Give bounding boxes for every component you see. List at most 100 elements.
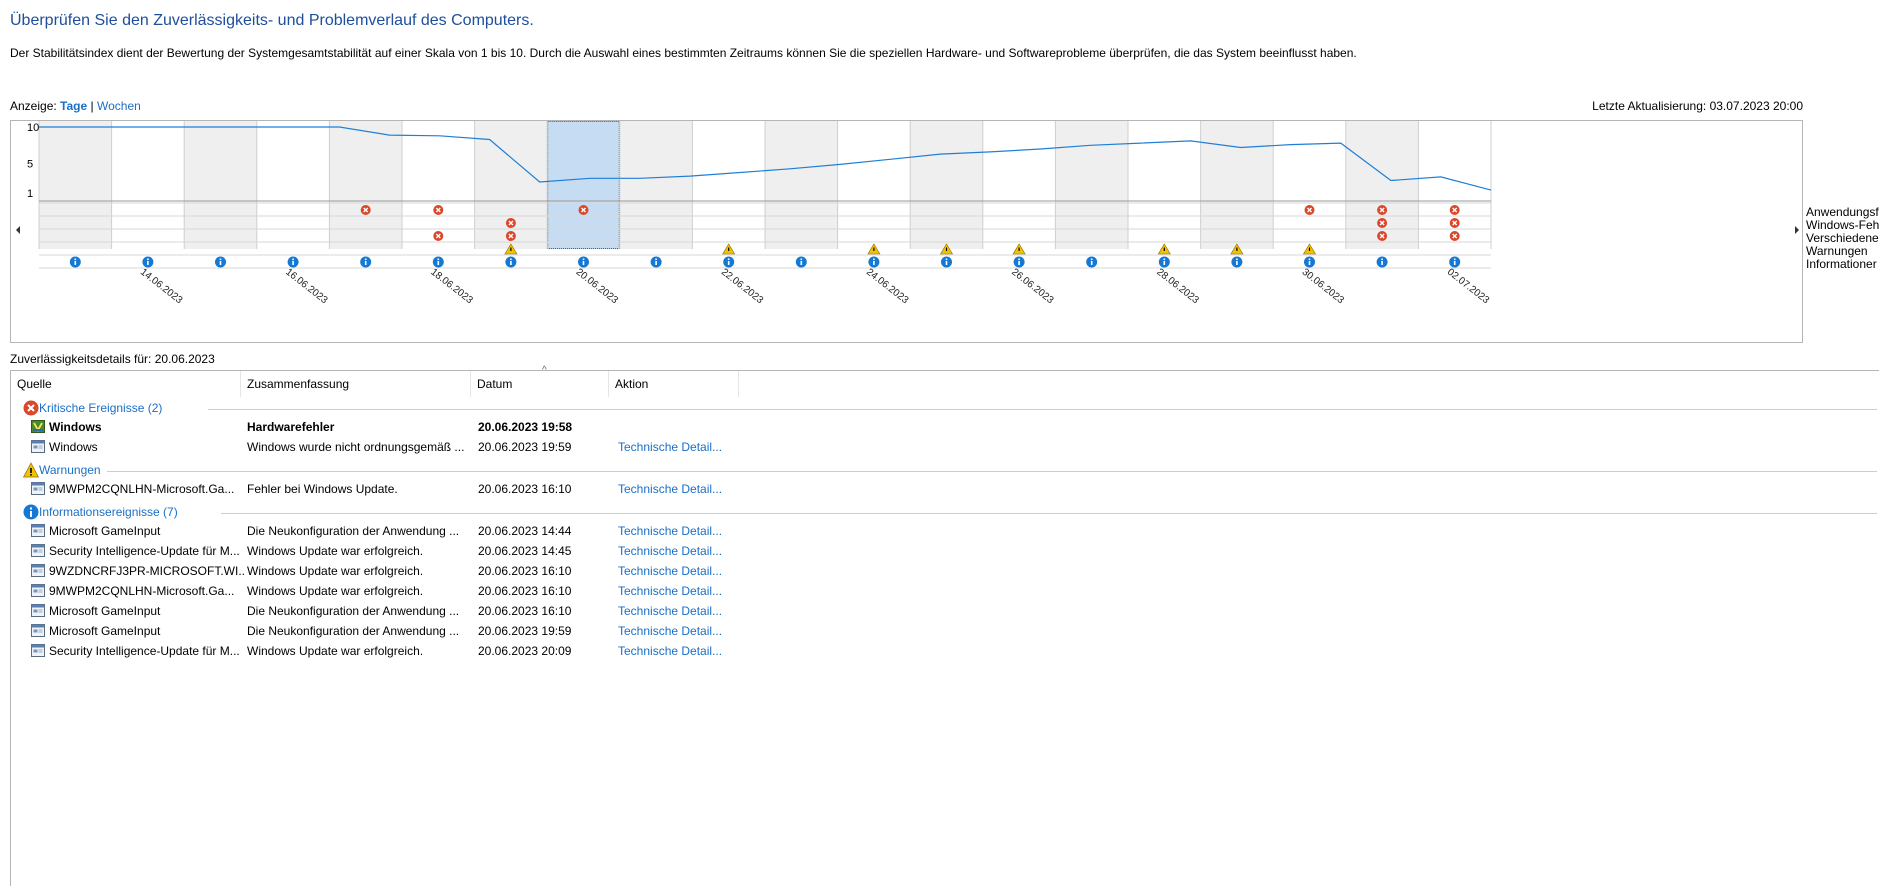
view-weeks-link[interactable]: Wochen: [97, 99, 141, 113]
info-icon: [23, 504, 39, 520]
table-row[interactable]: 9WZDNCRFJ3PR-MICROSOFT.WI... Windows Upda…: [11, 561, 1871, 581]
action-link[interactable]: Technische Detail...: [618, 524, 728, 538]
details-title: Zuverlässigkeitsdetails für: 20.06.2023: [10, 352, 215, 366]
scroll-left-arrow-icon[interactable]: [16, 226, 20, 234]
table-row[interactable]: 9MWPM2CQNLHN-Microsoft.Ga... Fehler bei W…: [11, 479, 1871, 499]
action-link[interactable]: Technische Detail...: [618, 482, 728, 496]
source-cell: Security Intelligence-Update für M...: [49, 644, 240, 658]
date-cell: 20.06.2023 19:59: [478, 624, 572, 638]
action-link[interactable]: Technische Detail...: [618, 604, 728, 618]
chart-info-icon-mark: [74, 261, 77, 265]
chart-info-icon-dot: [74, 258, 77, 261]
action-link[interactable]: Technische Detail...: [618, 644, 728, 658]
chart-info-icon-dot: [873, 258, 875, 261]
chart-day-column[interactable]: [1055, 121, 1128, 249]
chart-day-column[interactable]: [402, 121, 475, 249]
table-row[interactable]: Security Intelligence-Update für M... Win…: [11, 641, 1871, 661]
chart-info-icon-mark: [1236, 261, 1238, 265]
event-group-header[interactable]: Kritische Ereignisse (2): [17, 399, 1877, 419]
warning-icon: [22, 462, 40, 478]
chart-day-column[interactable]: [982, 121, 1056, 249]
chart-day-column[interactable]: [837, 121, 911, 249]
chart-day-column[interactable]: [1345, 121, 1419, 249]
table-row[interactable]: 9MWPM2CQNLHN-Microsoft.Ga... Windows Upda…: [11, 581, 1871, 601]
column-header[interactable]: Datum: [471, 371, 609, 397]
source-cell: 9MWPM2CQNLHN-Microsoft.Ga...: [49, 584, 235, 598]
action-link[interactable]: Technische Detail...: [618, 584, 728, 598]
column-header[interactable]: Zusammenfassung: [241, 371, 471, 397]
chart-day-column[interactable]: [1200, 121, 1274, 249]
chart-info-icon-mark: [147, 261, 149, 265]
chart-y-tick-label: 1: [27, 188, 33, 200]
column-header[interactable]: Quelle: [11, 371, 241, 397]
reliability-chart-svg[interactable]: 10 5 1 14.06.2023 16.06.2023 18.06.2023 20.06.…: [11, 121, 1804, 344]
date-cell: 20.06.2023 16:10: [478, 564, 572, 578]
date-cell: 20.06.2023 16:10: [478, 604, 572, 618]
chart-x-tick-label: 26.06.2023: [1009, 267, 1056, 307]
chart-info-icon-dot: [1453, 258, 1456, 261]
view-label: Anzeige:: [10, 99, 57, 113]
summary-cell: Hardwarefehler: [247, 420, 335, 434]
chart-info-icon-dot: [364, 258, 367, 261]
details-table: Quelle Zusammenfassung Datum Aktion ^ Kriti…: [10, 365, 1879, 886]
summary-cell: Windows Update war erfolgreich.: [247, 564, 424, 578]
chart-info-icon-mark: [655, 261, 657, 265]
chart-info-icon-mark: [1018, 261, 1020, 265]
date-cell: 20.06.2023 20:09: [478, 644, 572, 658]
chart-info-icon-mark: [364, 261, 367, 265]
source-cell: Security Intelligence-Update für M...: [49, 544, 240, 558]
table-row[interactable]: Microsoft GameInput Die Neukonfiguration …: [11, 621, 1871, 641]
page-title: Überprüfen Sie den Zuverlässigkeits- und…: [10, 12, 534, 29]
table-row[interactable]: Security Intelligence-Update für M... Win…: [11, 541, 1871, 561]
chart-x-tick-label: 24.06.2023: [864, 267, 911, 307]
table-row[interactable]: Windows Windows wurde nicht ordnungsgemäß…: [11, 437, 1871, 457]
summary-cell: Windows Update war erfolgreich.: [247, 584, 424, 598]
event-group-header[interactable]: Informationsereignisse (7): [17, 503, 1877, 523]
date-cell: 20.06.2023 14:44: [478, 524, 572, 538]
chart-info-icon-dot: [292, 258, 294, 261]
chart-day-column[interactable]: [765, 121, 838, 249]
chart-info-icon-mark: [1453, 261, 1456, 265]
chart-day-column[interactable]: [474, 121, 548, 249]
reliability-chart[interactable]: 10 5 1 14.06.2023 16.06.2023 18.06.2023 20.06.…: [10, 120, 1803, 343]
chart-day-column[interactable]: [256, 121, 330, 249]
source-cell: 9MWPM2CQNLHN-Microsoft.Ga...: [49, 482, 235, 496]
chart-day-column[interactable]: [910, 121, 983, 249]
table-row[interactable]: Microsoft GameInput Die Neukonfiguration …: [11, 601, 1871, 621]
action-link[interactable]: Technische Detail...: [618, 544, 728, 558]
table-row[interactable]: Windows Hardwarefehler 20.06.2023 19:58: [11, 417, 1871, 437]
action-link[interactable]: Technische Detail...: [618, 440, 728, 454]
app-window-icon: [31, 482, 45, 495]
chart-info-icon-dot: [1236, 258, 1238, 261]
chart-day-column[interactable]: [111, 121, 185, 249]
column-header[interactable]: Aktion: [609, 371, 739, 397]
chart-day-column[interactable]: [1273, 121, 1346, 249]
table-row[interactable]: Microsoft GameInput Die Neukonfiguration …: [11, 521, 1871, 541]
summary-cell: Die Neukonfiguration der Anwendung ...: [247, 524, 460, 538]
chart-info-icon-mark: [510, 261, 512, 265]
chart-day-column[interactable]: [184, 121, 257, 249]
chart-day-column[interactable]: [1418, 121, 1491, 249]
date-cell: 20.06.2023 16:10: [478, 584, 572, 598]
action-link[interactable]: Technische Detail...: [618, 564, 728, 578]
chart-day-column[interactable]: [692, 121, 765, 249]
last-update-text: Letzte Aktualisierung: 03.07.2023 20:00: [1592, 99, 1803, 113]
scroll-right-arrow-icon[interactable]: [1795, 226, 1799, 234]
chart-info-icon-mark: [292, 261, 294, 265]
chart-day-column[interactable]: [329, 121, 402, 249]
chart-info-icon-mark: [727, 261, 730, 265]
chart-y-tick-label: 10: [27, 122, 39, 134]
chart-info-icon-mark: [873, 261, 875, 265]
summary-cell: Windows Update war erfolgreich.: [247, 644, 424, 658]
chart-info-icon-dot: [1163, 258, 1166, 261]
view-days-link[interactable]: Tage: [60, 99, 87, 113]
action-link[interactable]: Technische Detail...: [618, 624, 728, 638]
chart-day-column[interactable]: [39, 121, 112, 249]
event-group-header[interactable]: Warnungen: [17, 461, 1877, 481]
chart-day-column[interactable]: [1128, 121, 1201, 249]
chart-x-tick-label: 02.07.2023: [1445, 267, 1492, 307]
chart-info-icon-dot: [1090, 258, 1093, 261]
summary-cell: Die Neukonfiguration der Anwendung ...: [247, 604, 460, 618]
chart-day-column[interactable]: [619, 121, 693, 249]
chart-selected-column[interactable]: [547, 121, 620, 249]
